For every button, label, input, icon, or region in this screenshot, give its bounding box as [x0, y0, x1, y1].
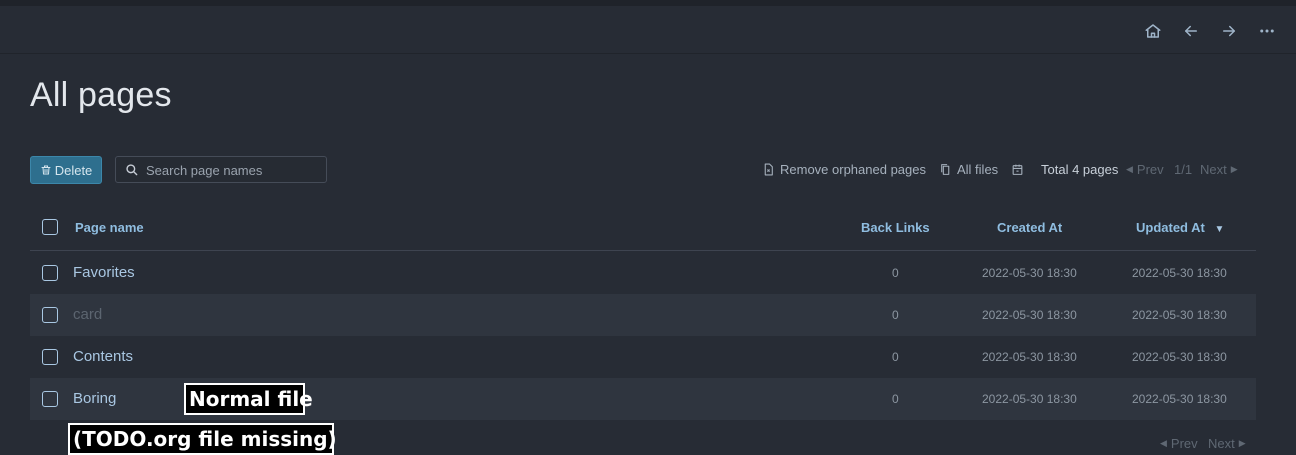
row-checkbox[interactable] [42, 349, 58, 365]
remove-orphaned-label: Remove orphaned pages [780, 161, 926, 177]
bottom-next-label: Next [1208, 436, 1235, 451]
next-button[interactable]: Next ▶ [1200, 159, 1238, 179]
created-at-value: 2022-05-30 18:30 [982, 266, 1077, 280]
prev-button[interactable]: ◀ Prev [1126, 159, 1164, 179]
column-updated-at-label: Updated At [1136, 220, 1205, 235]
column-back-links[interactable]: Back Links [861, 220, 930, 235]
updated-at-value: 2022-05-30 18:30 [1132, 266, 1227, 280]
updated-at-value: 2022-05-30 18:30 [1132, 392, 1227, 406]
row-checkbox[interactable] [42, 307, 58, 323]
back-links-value: 0 [892, 266, 899, 280]
calendar-icon [1012, 164, 1023, 175]
arrow-right-icon[interactable] [1218, 20, 1240, 42]
delete-button[interactable]: Delete [30, 156, 102, 184]
created-at-value: 2022-05-30 18:30 [982, 392, 1077, 406]
top-header [0, 6, 1296, 54]
prev-label: Prev [1136, 161, 1164, 177]
page-indicator: 1/1 [1174, 161, 1193, 177]
next-label: Next [1200, 161, 1227, 177]
created-at-value: 2022-05-30 18:30 [982, 350, 1077, 364]
bottom-prev-button[interactable]: ◀ Prev [1160, 436, 1198, 451]
arrow-left-icon[interactable] [1180, 20, 1202, 42]
chevron-left-icon: ◀ [1160, 438, 1167, 448]
annotation-normal-file: Normal file [184, 383, 313, 415]
back-links-value: 0 [892, 392, 899, 406]
updated-at-value: 2022-05-30 18:30 [1132, 308, 1227, 322]
page-name-link[interactable]: Favorites [73, 264, 135, 281]
created-at-value: 2022-05-30 18:30 [982, 308, 1077, 322]
select-all-checkbox[interactable] [42, 219, 58, 235]
page-name-link[interactable]: Contents [73, 348, 133, 365]
trash-icon [41, 165, 51, 175]
column-page-name[interactable]: Page name [75, 220, 144, 235]
delete-label: Delete [54, 162, 93, 178]
all-files-label: All files [957, 161, 999, 177]
row-checkbox[interactable] [42, 391, 58, 407]
page-name-link[interactable]: card [73, 306, 102, 323]
journal-toggle[interactable] [1011, 159, 1024, 179]
files-icon [941, 163, 950, 175]
table-row: card 0 2022-05-30 18:30 2022-05-30 18:30 [30, 294, 1256, 336]
updated-at-value: 2022-05-30 18:30 [1132, 350, 1227, 364]
back-links-value: 0 [892, 308, 899, 322]
chevron-right-icon: ▶ [1238, 438, 1246, 448]
annotation-todo-missing: (TODO.org file missing) [68, 423, 337, 455]
page-title: All pages [30, 76, 172, 114]
total-count: Total 4 pages [1041, 161, 1119, 177]
search-icon [126, 164, 138, 176]
page-name-link[interactable]: Boring [73, 390, 116, 407]
sort-desc-icon: ▼ [1214, 224, 1225, 235]
chevron-right-icon: ▶ [1230, 163, 1238, 174]
chevron-left-icon: ◀ [1126, 163, 1133, 174]
home-icon[interactable] [1142, 20, 1164, 42]
column-created-at[interactable]: Created At [997, 220, 1062, 235]
table-row: Contents 0 2022-05-30 18:30 2022-05-30 1… [30, 336, 1256, 378]
bottom-prev-label: Prev [1170, 436, 1198, 451]
column-updated-at[interactable]: Updated At ▼ [1136, 220, 1224, 235]
search-box [115, 156, 327, 183]
table-header: Page name Back Links Created At Updated … [30, 206, 1256, 251]
search-input[interactable] [146, 160, 321, 180]
back-links-value: 0 [892, 350, 899, 364]
remove-orphaned-button[interactable]: Remove orphaned pages [762, 159, 926, 179]
all-files-button[interactable]: All files [939, 159, 998, 179]
file-x-icon [764, 163, 773, 175]
table-row: Favorites 0 2022-05-30 18:30 2022-05-30 … [30, 252, 1256, 294]
more-horizontal-icon[interactable] [1256, 20, 1278, 42]
bottom-next-button[interactable]: Next ▶ [1208, 436, 1246, 451]
row-checkbox[interactable] [42, 265, 58, 281]
